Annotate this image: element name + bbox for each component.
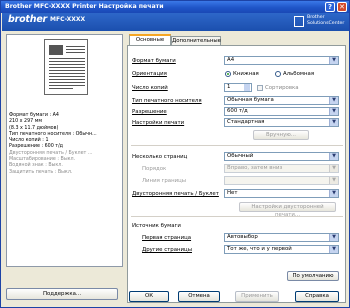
chevron-down-icon: ▼	[329, 57, 338, 64]
collate-label: Сортировка	[265, 85, 299, 91]
chevron-down-icon: ▼	[329, 97, 338, 104]
first-page-value: Автовыбор	[227, 234, 258, 240]
media-type-label: Тип печатного носителя	[132, 98, 202, 104]
other-pages-label: Другие страницы	[142, 247, 192, 253]
solutions-center-icon	[294, 16, 304, 27]
model-name: MFC-XXXX	[50, 16, 86, 23]
border-line-label: Линия границы	[142, 178, 187, 184]
close-button[interactable]: ✕	[337, 2, 347, 12]
tab-basic[interactable]: Основные	[129, 34, 171, 45]
cancel-button[interactable]: Отмена	[178, 291, 220, 302]
apply-button[interactable]: Применить	[235, 291, 279, 302]
paper-size-select[interactable]: A4 ▼	[224, 56, 339, 65]
page-order-value: Вправо, затем вниз	[227, 165, 283, 171]
title-bar: Brother MFC-XXXX Printer Настройка печат…	[1, 1, 349, 13]
brand-logo: brother	[8, 14, 48, 25]
chevron-down-icon: ▼	[329, 153, 338, 160]
duplex-label: Двусторонняя печать / Буклет	[132, 191, 219, 197]
resolution-value: 600 т/д	[227, 108, 248, 114]
window-title: Brother MFC-XXXX Printer Настройка печат…	[5, 3, 164, 10]
resolution-label: Разрешение	[132, 109, 167, 115]
landscape-radio[interactable]	[275, 71, 281, 77]
chevron-down-icon: ▼	[329, 108, 338, 115]
portrait-radio[interactable]	[225, 71, 231, 77]
portrait-label: Книжная	[233, 71, 259, 77]
landscape-label: Альбомная	[283, 71, 315, 77]
duplex-select[interactable]: Нет ▼	[224, 189, 339, 198]
paper-source-label: Источник бумаги	[132, 223, 181, 229]
chevron-down-icon: ▼	[329, 234, 338, 241]
default-button[interactable]: По умолчанию	[287, 271, 339, 281]
paper-size-label: Формат бумаги	[132, 58, 176, 64]
help-button[interactable]: Справка	[295, 291, 339, 302]
multiple-page-select[interactable]: Обычный ▼	[224, 152, 339, 161]
divider	[131, 145, 343, 146]
other-pages-select[interactable]: Тот же, что и у первой ▼	[224, 245, 339, 254]
solutions-center-logo: Brother SolutionsCenter	[294, 15, 348, 29]
tab-advanced[interactable]: Дополнительные	[171, 36, 221, 45]
paper-size-value: A4	[227, 57, 235, 63]
border-line-select[interactable]: ▼	[224, 176, 339, 185]
support-button[interactable]: Поддержка...	[6, 288, 118, 300]
print-settings-label: Настройки печати	[132, 120, 185, 126]
print-settings-select[interactable]: Стандартная ▼	[224, 118, 339, 127]
settings-summary-text: Формат бумаги : A4 210 x 297 мм (8.3 x 1…	[9, 113, 97, 176]
chevron-down-icon: ▼	[329, 165, 338, 172]
copies-label: Число копий	[132, 85, 168, 91]
page-preview-icon	[44, 39, 88, 95]
resolution-select[interactable]: 600 т/д ▼	[224, 107, 339, 116]
chevron-down-icon: ▼	[329, 190, 338, 197]
brand-banner: brother MFC-XXXX Brother SolutionsCenter	[2, 13, 349, 31]
solutions-center-line2: SolutionsCenter	[307, 21, 345, 26]
duplex-value: Нет	[227, 190, 238, 196]
page-order-label: Порядок	[142, 166, 167, 172]
media-type-value: Обычная бумага	[227, 97, 274, 103]
multiple-page-label: Несколько страниц	[132, 154, 188, 160]
chevron-down-icon: ▼	[329, 119, 338, 126]
print-settings-value: Стандартная	[227, 119, 265, 125]
other-pages-value: Тот же, что и у первой	[227, 246, 292, 252]
chevron-down-icon: ▼	[329, 246, 338, 253]
multiple-page-value: Обычный	[227, 153, 254, 159]
settings-summary-panel: Формат бумаги : A4 210 x 297 мм (8.3 x 1…	[6, 34, 123, 267]
help-title-button[interactable]: ?	[325, 2, 335, 12]
solutions-center-line1: Brother	[307, 15, 325, 20]
print-settings-window: Brother MFC-XXXX Printer Настройка печат…	[0, 0, 350, 308]
chevron-down-icon: ▼	[329, 177, 338, 184]
orientation-label: Ориентация	[132, 71, 167, 77]
first-page-select[interactable]: Автовыбор ▼	[224, 233, 339, 242]
collate-checkbox[interactable]	[257, 85, 263, 91]
manual-settings-button[interactable]: Вручную...	[253, 130, 309, 140]
duplex-settings-button[interactable]: Настройки двусторонней печати...	[239, 202, 336, 218]
media-type-select[interactable]: Обычная бумага ▼	[224, 96, 339, 105]
ok-button[interactable]: ОК	[129, 291, 169, 302]
spinner-arrows-icon[interactable]	[244, 84, 250, 91]
page-order-select[interactable]: Вправо, затем вниз ▼	[224, 164, 339, 173]
copies-value: 1	[227, 84, 231, 90]
first-page-label: Первая страница	[142, 235, 192, 241]
divider	[131, 216, 343, 217]
summary-line: Защитить печать : Выкл.	[9, 169, 73, 175]
